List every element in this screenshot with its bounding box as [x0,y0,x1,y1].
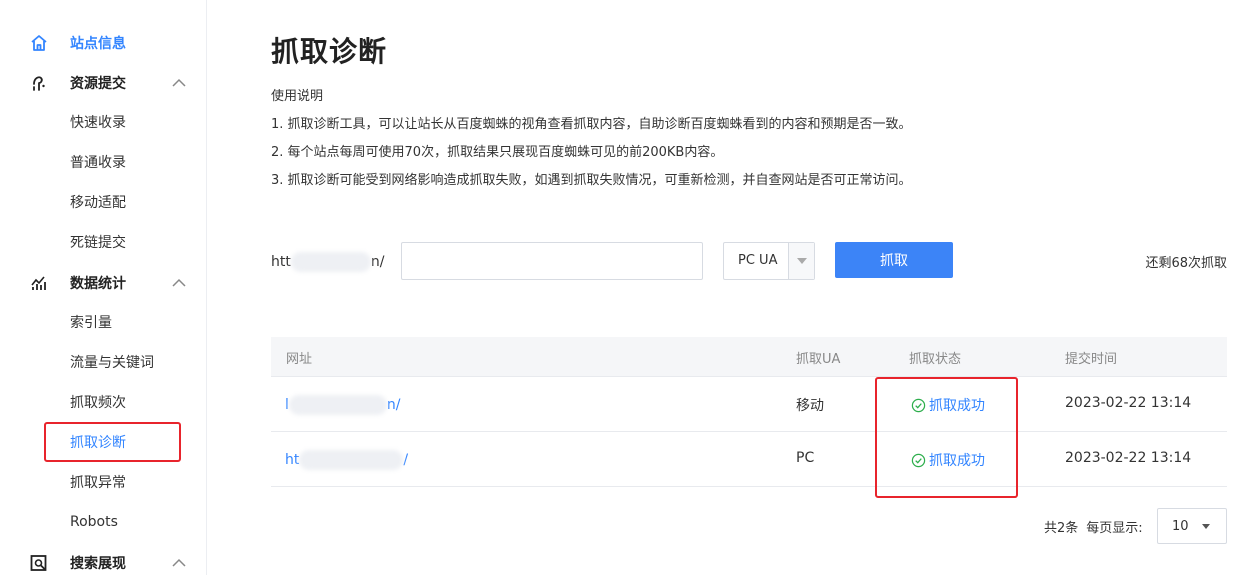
row-time: 2023-02-22 13:14 [1065,395,1192,411]
nav-crawl-errors[interactable]: 抓取异常 [0,462,206,502]
nav-item-label: Robots [70,514,118,530]
home-icon [29,33,49,53]
nav-site-info[interactable]: 站点信息 [0,23,206,63]
site-prefix-start: htt [271,254,291,270]
pagination-info: 共2条 每页显示: [1044,508,1143,544]
nav-item-label: 抓取频次 [70,395,126,411]
chevron-up-icon[interactable] [170,74,188,92]
column-header-time: 提交时间 [1065,352,1118,367]
nav-item-label: 索引量 [70,315,112,331]
nav-search-display[interactable]: 搜索展现 [0,543,206,575]
nav-site-info-label: 站点信息 [70,36,126,52]
ua-dropdown-toggle[interactable] [788,243,814,279]
nav-item-label: 快速收录 [70,115,126,131]
nav-item-label: 抓取异常 [70,475,126,491]
usage-instructions: 使用说明 1. 抓取诊断工具，可以让站长从百度蜘蛛的视角查看抓取内容，自助诊断百… [271,87,912,199]
results-table: 网址 抓取UA 抓取状态 提交时间 l n/ 移动 抓取成功 2023-02-22… [271,337,1227,487]
per-page-label: 每页显示: [1086,520,1143,536]
usage-line: 1. 抓取诊断工具，可以让站长从百度蜘蛛的视角查看抓取内容，自助诊断百度蜘蛛看到… [271,117,912,132]
usage-line: 2. 每个站点每周可使用70次，抓取结果只展现百度蜘蛛可见的前200KB内容。 [271,145,724,160]
nav-normal-index[interactable]: 普通收录 [0,142,206,182]
table-row: ht / PC 抓取成功 2023-02-22 13:14 [271,432,1227,487]
nav-robots[interactable]: Robots [0,502,206,542]
column-header-status: 抓取状态 [909,352,962,367]
stats-icon [29,273,49,293]
nav-traffic-keywords[interactable]: 流量与关键词 [0,342,206,382]
nav-deadlink-submit[interactable]: 死链提交 [0,222,206,262]
submit-icon [29,73,49,93]
column-header-url: 网址 [286,352,313,367]
fetch-button[interactable]: 抓取 [835,242,953,278]
total-count: 共2条 [1044,520,1079,536]
row-time: 2023-02-22 13:14 [1065,450,1192,466]
row-ua: PC [796,450,815,466]
nav-mobile-adapt[interactable]: 移动适配 [0,182,206,222]
nav-item-label: 移动适配 [70,195,126,211]
row-url-end: / [403,452,409,468]
nav-data-stats-label: 数据统计 [70,276,126,292]
row-url-link[interactable]: l n/ [285,395,400,415]
remaining-count: 还剩68次抓取 [1145,256,1227,271]
nav-quick-index[interactable]: 快速收录 [0,102,206,142]
redacted-blur [299,450,404,470]
nav-item-label: 普通收录 [70,155,126,171]
column-header-ua: 抓取UA [796,352,841,367]
caret-down-icon [796,258,807,264]
sidebar: 站点信息 资源提交 快速收录 普通收录 移动适配 死链提交 数据统计 索引量 流… [0,0,207,575]
nav-index-count[interactable]: 索引量 [0,302,206,342]
row-url-end: n/ [386,397,401,413]
url-input[interactable] [401,242,703,280]
chevron-up-icon[interactable] [170,554,188,572]
usage-heading: 使用说明 [271,89,324,104]
row-ua: 移动 [796,398,824,414]
nav-item-label: 死链提交 [70,235,126,251]
ua-select-value: PC UA [738,253,778,268]
usage-line: 3. 抓取诊断可能受到网络影响造成抓取失败，如遇到抓取失败情况，可重新检测，并自… [271,173,912,188]
highlight-box [44,422,181,462]
ua-select[interactable]: PC UA [723,242,815,280]
nav-resource-submit-label: 资源提交 [70,76,126,92]
row-url-link[interactable]: ht / [285,450,408,470]
site-prefix: htt n/ [271,252,384,272]
table-row: l n/ 移动 抓取成功 2023-02-22 13:14 [271,377,1227,432]
chevron-up-icon[interactable] [170,274,188,292]
redacted-blur [288,395,387,415]
site-prefix-end: n/ [370,254,385,270]
highlight-box [875,377,1018,498]
redacted-blur [290,252,371,272]
nav-data-stats[interactable]: 数据统计 [0,263,206,303]
nav-search-display-label: 搜索展现 [70,556,126,572]
row-url-start: ht [285,452,300,468]
nav-resource-submit[interactable]: 资源提交 [0,63,206,103]
page-title: 抓取诊断 [271,35,388,68]
table-header: 网址 抓取UA 抓取状态 提交时间 [271,337,1227,377]
page-size-value: 10 [1172,518,1189,534]
caret-down-icon [1202,524,1210,529]
page-size-select[interactable]: 10 [1157,508,1227,544]
search-display-icon [29,553,49,573]
nav-item-label: 流量与关键词 [70,355,154,371]
nav-crawl-frequency[interactable]: 抓取频次 [0,382,206,422]
